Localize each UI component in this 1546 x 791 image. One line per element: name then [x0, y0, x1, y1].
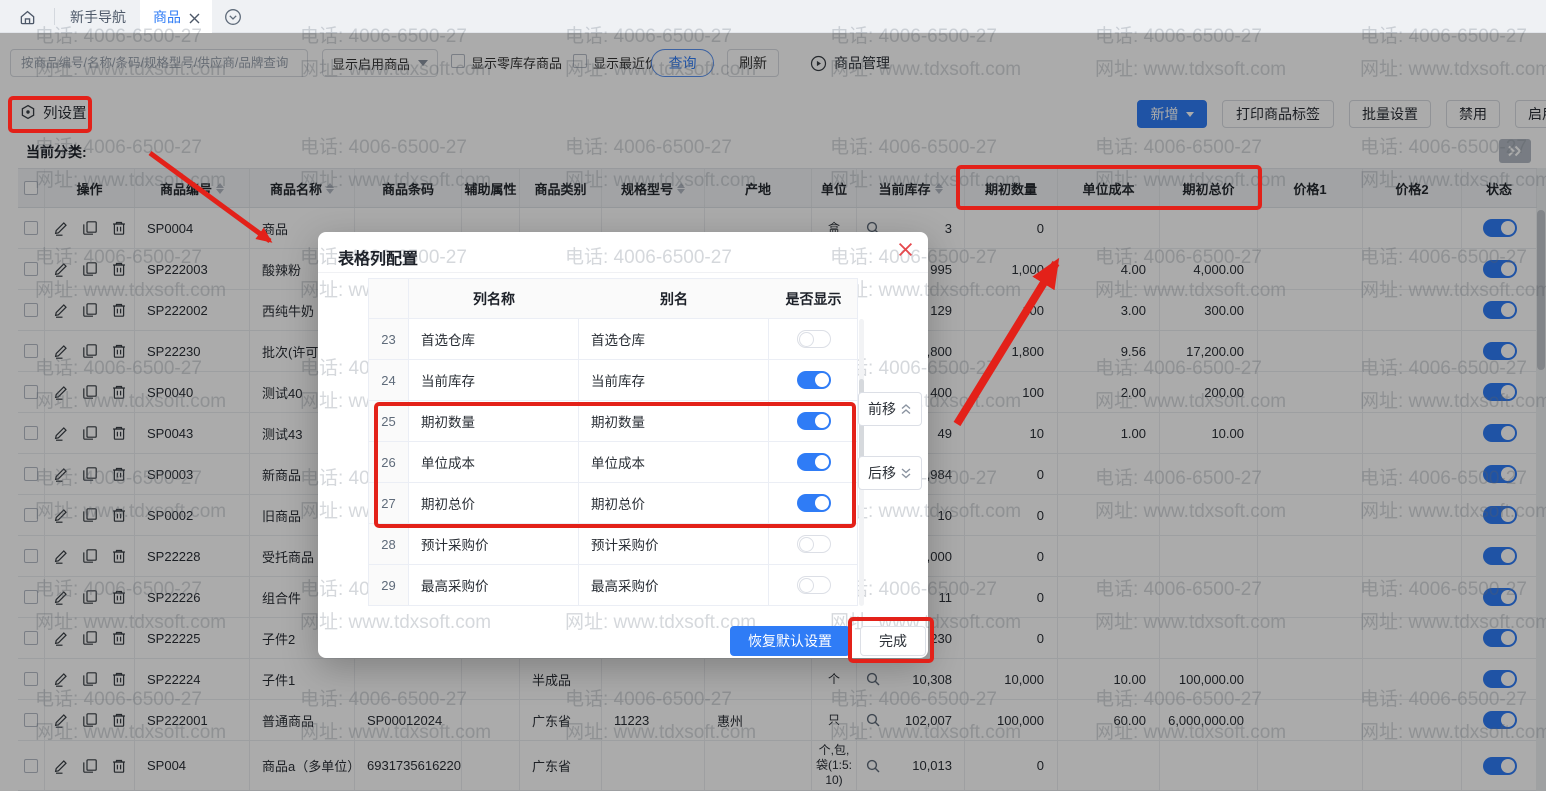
visibility-toggle[interactable]	[797, 535, 831, 553]
tab-divider	[54, 8, 55, 25]
app-window: 新手导航 商品 显示启用商品 显示零库存商品 显示最近价 查询 刷新 商品管理	[0, 0, 1546, 791]
config-column-name: 最高采购价	[409, 565, 579, 605]
visibility-toggle[interactable]	[797, 330, 831, 348]
config-column-alias: 期初总价	[579, 483, 769, 523]
config-header-0: 列名称	[409, 279, 579, 318]
column-config-row: 24 当前库存 当前库存	[369, 360, 857, 401]
tab-close-icon[interactable]	[189, 11, 200, 22]
config-row-index: 29	[369, 565, 409, 605]
column-config-dialog: 电话: 4006-6500-27网址: www.tdxsoft.com电话: 4…	[318, 232, 928, 658]
visibility-toggle[interactable]	[797, 453, 831, 471]
dialog-divider	[318, 272, 928, 273]
config-row-index: 25	[369, 401, 409, 441]
config-column-name: 期初总价	[409, 483, 579, 523]
tab-bar: 新手导航 商品	[0, 0, 1546, 33]
double-chevron-down-icon	[900, 467, 912, 480]
config-column-alias: 预计采购价	[579, 524, 769, 564]
home-icon[interactable]	[14, 4, 40, 30]
column-config-row: 23 首选仓库 首选仓库	[369, 319, 857, 360]
double-chevron-up-icon	[900, 403, 912, 416]
config-header-2: 是否显示	[769, 279, 858, 318]
column-config-table: 列名称别名是否显示 23 首选仓库 首选仓库 24 当前库存 当前库存 25 期…	[368, 278, 858, 606]
config-column-name: 期初数量	[409, 401, 579, 441]
dialog-title: 表格列配置	[338, 245, 418, 269]
config-row-index: 28	[369, 524, 409, 564]
column-config-row: 28 预计采购价 预计采购价	[369, 524, 857, 565]
done-button[interactable]: 完成	[860, 626, 926, 656]
config-column-name: 预计采购价	[409, 524, 579, 564]
config-column-name: 单位成本	[409, 442, 579, 482]
restore-defaults-button[interactable]: 恢复默认设置	[730, 626, 850, 656]
column-config-row: 25 期初数量 期初数量	[369, 401, 857, 442]
tab-product[interactable]: 商品	[140, 0, 212, 33]
visibility-toggle[interactable]	[797, 371, 831, 389]
tab-product-label: 商品	[153, 7, 181, 27]
move-up-label: 前移	[868, 399, 896, 419]
config-column-name: 当前库存	[409, 360, 579, 400]
config-row-index: 26	[369, 442, 409, 482]
move-down-button[interactable]: 后移	[858, 456, 922, 490]
column-config-row: 29 最高采购价 最高采购价	[369, 565, 857, 606]
column-config-row: 27 期初总价 期初总价	[369, 483, 857, 524]
config-row-index: 23	[369, 319, 409, 359]
tab-newbie-guide[interactable]: 新手导航	[66, 0, 130, 33]
config-column-alias: 首选仓库	[579, 319, 769, 359]
dialog-close-icon[interactable]	[898, 242, 918, 262]
column-config-row: 26 单位成本 单位成本	[369, 442, 857, 483]
config-column-alias: 单位成本	[579, 442, 769, 482]
config-header-1: 别名	[579, 279, 769, 318]
config-column-alias: 当前库存	[579, 360, 769, 400]
visibility-toggle[interactable]	[797, 494, 831, 512]
visibility-toggle[interactable]	[797, 412, 831, 430]
config-column-alias: 最高采购价	[579, 565, 769, 605]
tab-list-dropdown-icon[interactable]	[224, 8, 242, 26]
move-up-button[interactable]: 前移	[858, 392, 922, 426]
config-row-index: 24	[369, 360, 409, 400]
config-header-index	[369, 279, 409, 318]
config-column-name: 首选仓库	[409, 319, 579, 359]
config-column-alias: 期初数量	[579, 401, 769, 441]
visibility-toggle[interactable]	[797, 576, 831, 594]
move-down-label: 后移	[868, 463, 896, 483]
config-row-index: 27	[369, 483, 409, 523]
